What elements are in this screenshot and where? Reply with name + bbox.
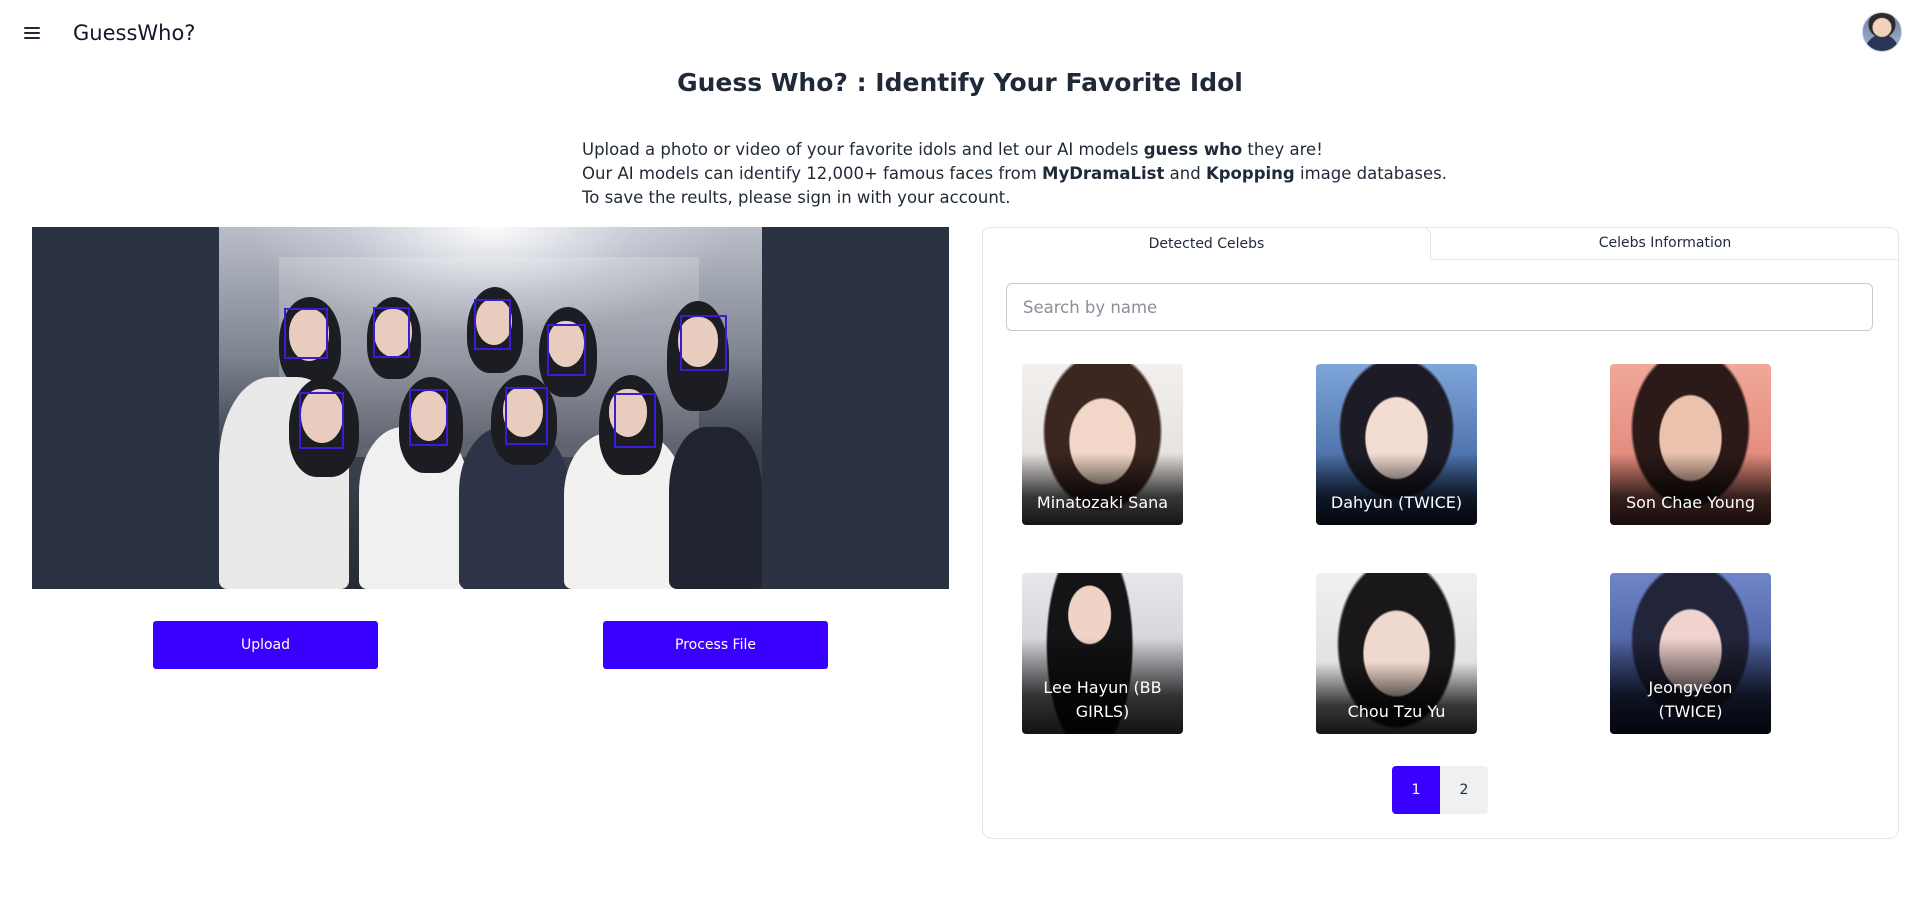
celeb-card[interactable]: Jeongyeon (TWICE) bbox=[1610, 573, 1771, 734]
celeb-card[interactable]: Lee Hayun (BB GIRLS) bbox=[1022, 573, 1183, 734]
search-input[interactable] bbox=[1006, 283, 1873, 331]
celeb-name: Lee Hayun (BB GIRLS) bbox=[1022, 638, 1183, 734]
tab-detected-celebs[interactable]: Detected Celebs bbox=[982, 227, 1431, 260]
celeb-name: Chou Tzu Yu bbox=[1316, 662, 1477, 734]
celeb-name: Dahyun (TWICE) bbox=[1316, 453, 1477, 525]
celeb-name: Son Chae Young bbox=[1610, 453, 1771, 525]
face-box bbox=[373, 307, 410, 358]
page-title: Guess Who? : Identify Your Favorite Idol bbox=[677, 68, 1243, 97]
top-bar: GuessWho? bbox=[0, 0, 1920, 66]
face-box bbox=[547, 324, 586, 376]
celeb-card[interactable]: Dahyun (TWICE) bbox=[1316, 364, 1477, 525]
face-box bbox=[474, 299, 511, 350]
celeb-card[interactable]: Son Chae Young bbox=[1610, 364, 1771, 525]
face-box bbox=[680, 315, 727, 371]
upload-button[interactable]: Upload bbox=[153, 621, 378, 669]
page-button-2[interactable]: 2 bbox=[1440, 766, 1488, 814]
media-preview bbox=[32, 227, 949, 589]
face-box bbox=[505, 387, 548, 445]
process-file-button[interactable]: Process File bbox=[603, 621, 828, 669]
celeb-card[interactable]: Chou Tzu Yu bbox=[1316, 573, 1477, 734]
intro-line-1: Upload a photo or video of your favorite… bbox=[582, 140, 1323, 159]
tab-celebs-information[interactable]: Celebs Information bbox=[1431, 227, 1899, 260]
celeb-name: Minatozaki Sana bbox=[1022, 453, 1183, 525]
page-button-1[interactable]: 1 bbox=[1392, 766, 1440, 814]
face-box bbox=[409, 389, 448, 446]
user-avatar[interactable] bbox=[1862, 12, 1902, 52]
menu-icon[interactable] bbox=[22, 24, 42, 42]
results-tabs: Detected Celebs Celebs Information bbox=[982, 227, 1899, 260]
face-box bbox=[299, 392, 344, 449]
intro-line-2: Our AI models can identify 12,000+ famou… bbox=[582, 164, 1447, 183]
app-brand[interactable]: GuessWho? bbox=[73, 21, 195, 45]
intro-line-3: To save the reults, please sign in with … bbox=[582, 188, 1011, 207]
celeb-card[interactable]: Minatozaki Sana bbox=[1022, 364, 1183, 525]
uploaded-photo bbox=[219, 227, 762, 589]
intro-text: Upload a photo or video of your favorite… bbox=[582, 138, 1447, 210]
celeb-name: Jeongyeon (TWICE) bbox=[1610, 638, 1771, 734]
face-box bbox=[284, 308, 328, 359]
face-box bbox=[614, 393, 656, 448]
